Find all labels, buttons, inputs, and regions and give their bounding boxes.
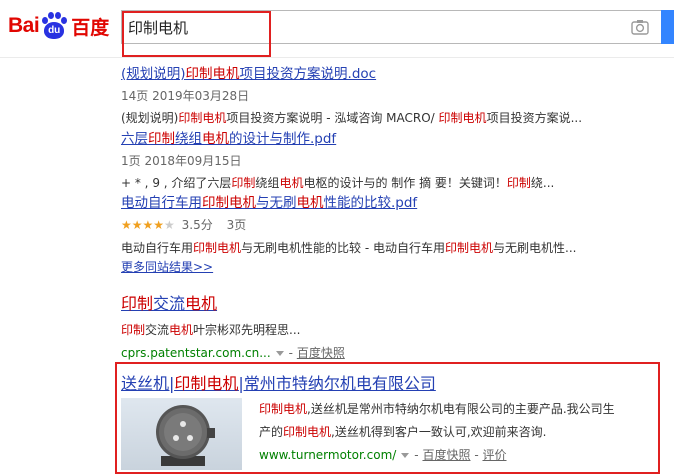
search-result: 送丝机|印制电机|常州市特纳尔机电有限公司	[121, 370, 436, 394]
result-abstract: 印制交流电机叶宗彬邓先明程思...	[121, 323, 301, 337]
result-title-link[interactable]: 六层印制绕组电机的设计与制作.pdf	[121, 127, 554, 147]
search-result: 电动自行车用印制电机与无刷电机性能的比较.pdf ★★★★★ 3.5分 3页 电…	[121, 191, 576, 256]
result-url: www.turnermotor.com/- 百度快照 - 评价	[259, 448, 507, 462]
query-highlight-box	[122, 11, 271, 57]
result-title-link[interactable]: 电动自行车用印制电机与无刷电机性能的比较.pdf	[121, 191, 576, 211]
review-link[interactable]: 评价	[482, 448, 506, 462]
result-title-link[interactable]: 送丝机|印制电机|常州市特纳尔机电有限公司	[121, 370, 436, 394]
result-url-text: cprs.patentstar.com.cn...	[121, 346, 271, 360]
product-image[interactable]	[121, 398, 242, 470]
search-result: (规划说明)印制电机项目投资方案说明.doc 14页 2019年03月28日 (…	[121, 62, 582, 126]
result-abstract: 电动自行车用印制电机与无刷电机性能的比较 - 电动自行车用印制电机与无刷电机性.…	[121, 241, 577, 255]
chevron-down-icon[interactable]	[401, 452, 410, 458]
result-title-link[interactable]: 印制交流电机	[121, 290, 345, 314]
search-button[interactable]	[661, 10, 674, 44]
baidu-logo[interactable]: Bai du 百度	[8, 10, 109, 42]
result-url: cprs.patentstar.com.cn... - 百度快照	[121, 346, 345, 360]
search-result: 印制交流电机 印制交流电机叶宗彬邓先明程思... cprs.patentstar…	[121, 290, 345, 361]
result-abstract: + * , 9 , 介绍了六层印制绕组电机电枢的设计与的 制作 摘 要！关键词！…	[121, 176, 555, 190]
rating-value: 3.5分	[181, 218, 213, 232]
more-results-link[interactable]: 更多同站结果>>	[121, 258, 213, 275]
search-result: 六层印制绕组电机的设计与制作.pdf 1页 2018年09月15日 + * , …	[121, 127, 554, 191]
result-abstract: 产的印制电机,送丝机得到客户一致认可,欢迎前来咨询.	[259, 425, 547, 439]
result-url-text: www.turnermotor.com/	[259, 448, 397, 462]
page-count: 3页	[226, 218, 247, 232]
logo-du-text: du	[48, 25, 61, 36]
result-abstract: (规划说明)印制电机项目投资方案说明 - 泓域咨询 MACRO/ 印制电机项目投…	[121, 111, 583, 125]
logo-cn-text: 百度	[71, 16, 110, 39]
result-title-link[interactable]: (规划说明)印制电机项目投资方案说明.doc	[121, 62, 582, 82]
header: Bai du 百度	[0, 0, 674, 58]
snapshot-link[interactable]: 百度快照	[422, 448, 470, 462]
result-meta: 1页 2018年09月15日	[121, 154, 242, 168]
rating-stars: ★★★★★	[121, 218, 175, 232]
paw-icon: du	[40, 12, 68, 40]
result-abstract: 印制电机,送丝机是常州市特纳尔机电有限公司的主要产品.我公司生	[259, 402, 615, 416]
snapshot-link[interactable]: 百度快照	[297, 346, 345, 360]
result-meta: 14页 2019年03月28日	[121, 89, 250, 103]
result-abstract-block: 印制电机,送丝机是常州市特纳尔机电有限公司的主要产品.我公司生 产的印制电机,送…	[259, 400, 615, 463]
logo-bai-text: Bai	[8, 14, 40, 37]
chevron-down-icon[interactable]	[275, 350, 284, 356]
result-rating: ★★★★★ 3.5分 3页	[121, 216, 576, 233]
camera-icon[interactable]	[631, 19, 649, 35]
